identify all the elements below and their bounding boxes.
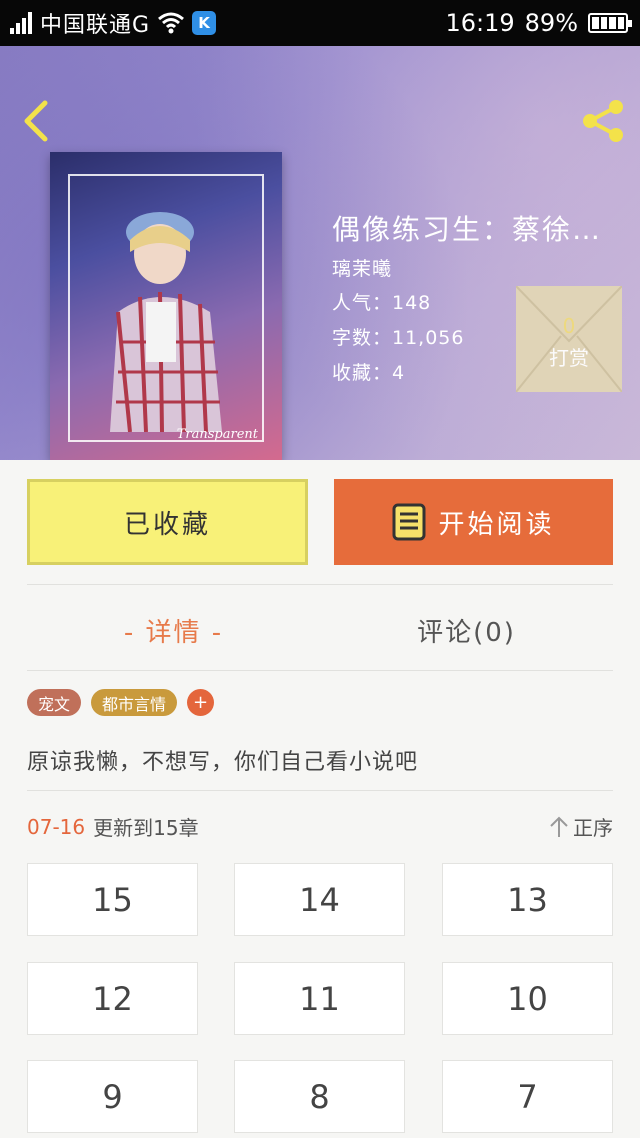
carrier-name: 中国联通G (40, 13, 151, 38)
chapter-button[interactable]: 11 (234, 962, 405, 1035)
share-icon (583, 100, 623, 142)
tag-chongwen[interactable]: 宠文 (27, 689, 82, 716)
update-info: 07-16 更新到15章 (27, 812, 199, 841)
chapter-button[interactable]: 8 (234, 1060, 405, 1133)
envelope-icon (516, 286, 622, 392)
book-word-count: 字数：11,056 (332, 327, 465, 349)
chapter-button[interactable]: 15 (27, 863, 198, 936)
sort-label: 正序 (573, 816, 613, 840)
chapter-button[interactable]: 12 (27, 962, 198, 1035)
chapter-button[interactable]: 14 (234, 863, 405, 936)
divider (27, 584, 613, 585)
book-cover[interactable]: Transparent (50, 152, 282, 460)
divider (27, 790, 613, 791)
tab-detail[interactable]: - 详情 - (27, 600, 320, 660)
back-button[interactable] (14, 96, 58, 146)
collected-label: 已收藏 (123, 509, 211, 540)
chapter-button[interactable]: 10 (442, 962, 613, 1035)
signal-icon (10, 12, 32, 34)
tag-urban-romance[interactable]: 都市言情 (91, 689, 178, 716)
book-favorites: 收藏：4 (332, 362, 406, 384)
book-author[interactable]: 璃茉曦 (332, 254, 392, 281)
chapter-button[interactable]: 9 (27, 1060, 198, 1133)
update-date: 07-16 (27, 814, 86, 839)
app-badge-icon: K (192, 11, 217, 35)
cover-signature: Transparent (176, 427, 258, 442)
collected-button[interactable]: 已收藏 (27, 479, 308, 565)
tag-list: 宠文 都市言情 + (27, 689, 215, 716)
start-reading-label: 开始阅读 (438, 509, 555, 540)
add-tag-button[interactable]: + (187, 689, 215, 716)
arrow-up-icon (550, 816, 568, 837)
cover-frame (68, 174, 264, 442)
sort-toggle[interactable]: 正序 (549, 812, 613, 841)
status-bar: 中国联通G K 16:19 89% (0, 0, 640, 46)
wifi-icon (158, 12, 185, 34)
reward-count: 0 (562, 314, 576, 338)
divider (27, 670, 613, 671)
chevron-left-icon (24, 100, 48, 142)
chapter-button[interactable]: 13 (442, 863, 613, 936)
clock: 16:19 (445, 9, 515, 37)
tab-comments[interactable]: 评论(0) (320, 600, 613, 660)
book-title: 偶像练习生：蔡徐… (332, 213, 603, 246)
book-description: 原谅我懒，不想写，你们自己看小说吧 (27, 750, 419, 775)
update-text: 更新到15章 (93, 816, 199, 840)
start-reading-button[interactable]: 开始阅读 (334, 479, 613, 565)
battery-percent: 89% (524, 9, 578, 37)
reward-label: 打赏 (549, 346, 589, 370)
share-button[interactable] (578, 96, 630, 146)
reward-button[interactable]: 0 打赏 (516, 286, 622, 392)
book-hero: Transparent 偶像练习生：蔡徐… 璃茉曦 人气：148 字数：11,0… (0, 46, 640, 460)
chapter-button[interactable]: 7 (442, 1060, 613, 1133)
battery-icon (588, 13, 632, 33)
book-popularity: 人气：148 (332, 292, 432, 314)
book-icon (392, 503, 426, 541)
